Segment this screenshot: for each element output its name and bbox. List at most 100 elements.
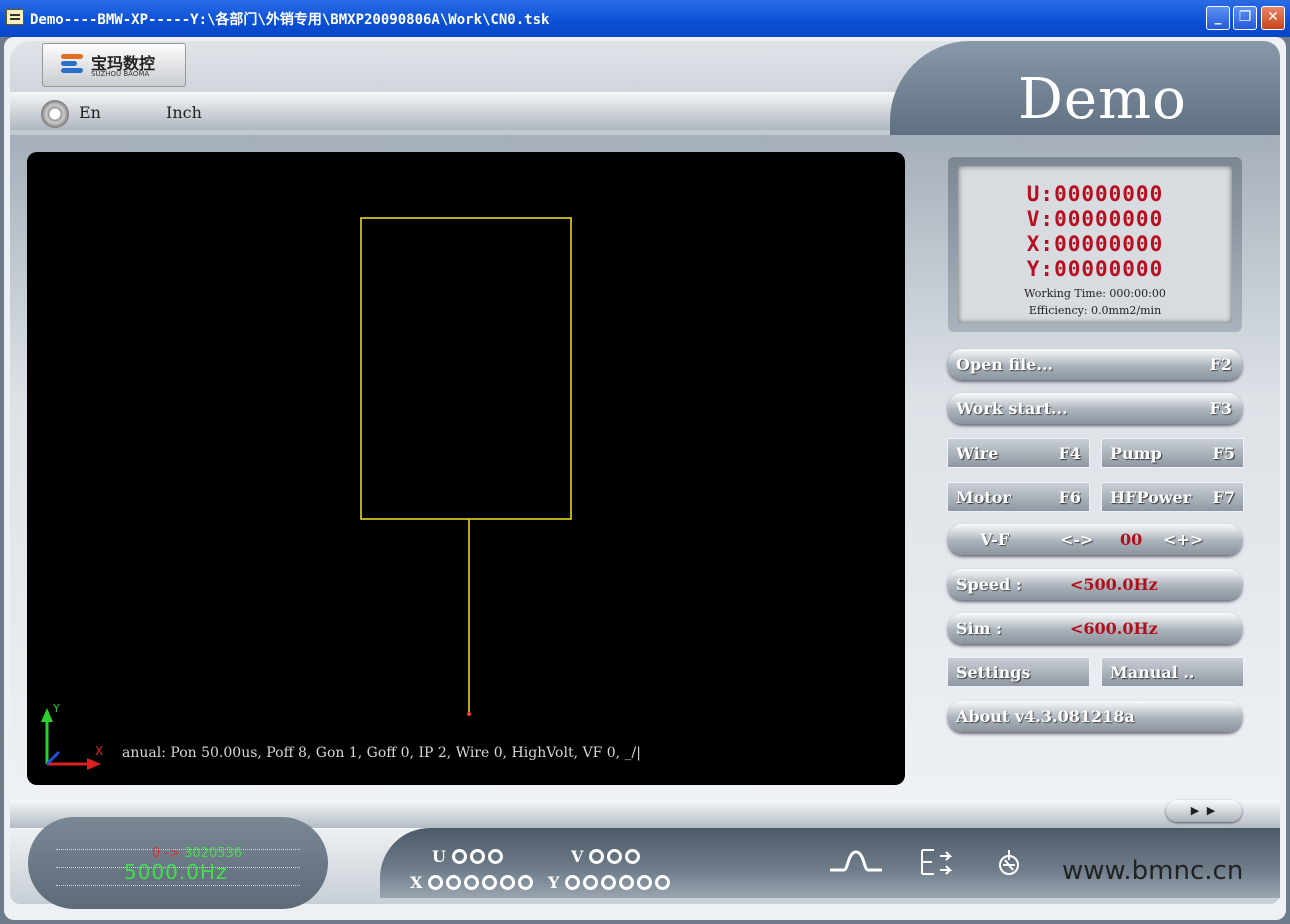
x-indicator-group: X: [410, 873, 536, 892]
machining-status-line: anual: Pon 50.00us, Poff 8, Gon 1, Goff …: [122, 745, 641, 761]
frequency-arrow: 0 ->: [152, 846, 180, 861]
working-time: Working Time: 000:00:00: [1024, 287, 1166, 300]
x-axis-label: X: [410, 873, 423, 892]
y-indicator-led: [601, 875, 616, 890]
sim-button[interactable]: Sim : <600.0Hz: [948, 613, 1242, 644]
x-indicator-led: [428, 875, 443, 890]
logo-subtext: SUZHOU BAOMA: [91, 70, 150, 78]
website-link[interactable]: www.bmnc.cn: [1062, 856, 1243, 886]
close-button[interactable]: ✕: [1261, 6, 1285, 30]
open-file-label: Open file...: [956, 355, 1054, 374]
company-logo: 宝玛数控 SUZHOU BAOMA: [42, 43, 186, 87]
speed-label: Speed :: [956, 575, 1022, 594]
wire-shortcut: F4: [1058, 444, 1082, 463]
settings-label: Settings: [956, 663, 1031, 682]
window-title: Demo----BMW-XP-----Y:\各部门\外销专用\BMXP20090…: [30, 12, 550, 28]
hfpower-label: HFPower: [1110, 488, 1192, 507]
minimize-button[interactable]: _: [1206, 6, 1230, 30]
x-indicator-led: [482, 875, 497, 890]
x-indicator-led: [464, 875, 479, 890]
app-icon[interactable]: [6, 9, 24, 25]
pulse-icon[interactable]: [828, 848, 884, 874]
maximize-button[interactable]: ❐: [1233, 6, 1257, 30]
v-indicator-led: [625, 849, 640, 864]
v-indicator-led: [607, 849, 622, 864]
speed-value: <500.0Hz: [1070, 575, 1158, 594]
y-indicator-led: [583, 875, 598, 890]
v-indicator-led: [589, 849, 604, 864]
x-axis-arrowhead: [87, 758, 101, 770]
pump-icon[interactable]: [996, 848, 1022, 878]
about-label: About v4.3.081218a: [956, 707, 1135, 726]
y-axis-label: Y: [52, 702, 60, 715]
u-indicator-led: [469, 849, 485, 864]
wire-button[interactable]: Wire F4: [947, 438, 1090, 468]
work-start-button[interactable]: Work start... F3: [948, 393, 1242, 424]
u-coordinate: U:00000000: [1026, 182, 1164, 206]
v-coordinate: V:00000000: [1026, 207, 1164, 231]
motor-label: Motor: [956, 488, 1011, 507]
logo-icon: [61, 54, 83, 74]
page-next-button[interactable]: ▶ ▶: [1166, 800, 1242, 822]
divider: [56, 885, 300, 886]
y-coordinate: Y:00000000: [1026, 257, 1164, 281]
vf-decrease-button[interactable]: <->: [1060, 530, 1093, 549]
frequency-progress: 0 -> 3020536: [152, 846, 242, 861]
work-start-shortcut: F3: [1209, 399, 1233, 418]
y-indicator-led: [637, 875, 652, 890]
x-indicator-led: [518, 875, 533, 890]
toolpath-svg: Y X: [41, 217, 572, 770]
wire-position-marker: [467, 712, 471, 716]
vf-increase-button[interactable]: <+>: [1163, 530, 1203, 549]
open-file-shortcut: F2: [1209, 355, 1233, 374]
toolpath-rectangle: [360, 217, 572, 520]
u-indicator-led: [451, 849, 467, 864]
efficiency: Efficiency: 0.0mm2/min: [1028, 304, 1162, 317]
motor-shortcut: F6: [1058, 488, 1082, 507]
open-file-button[interactable]: Open file... F2: [948, 349, 1242, 380]
pump-shortcut: F5: [1212, 444, 1236, 463]
y-axis-arrowhead: [41, 708, 53, 722]
about-button[interactable]: About v4.3.081218a: [948, 701, 1242, 732]
vf-value: 00: [1120, 530, 1143, 549]
x-indicator-led: [446, 875, 461, 890]
motor-button[interactable]: Motor F6: [947, 482, 1090, 512]
hfpower-button[interactable]: HFPower F7: [1101, 482, 1244, 512]
vf-control: V-F <-> 00 <+>: [948, 524, 1242, 555]
language-toggle[interactable]: En: [79, 103, 101, 122]
frequency-readout: 5000.0Hz: [124, 860, 228, 884]
y-indicator-led: [655, 875, 670, 890]
x-indicator-led: [500, 875, 515, 890]
toolpath-canvas[interactable]: Y X anual: Pon 50.00us, Poff 8, Gon 1, G…: [27, 152, 905, 785]
settings-button[interactable]: Settings: [947, 657, 1090, 687]
speed-button[interactable]: Speed : <500.0Hz: [948, 569, 1242, 600]
v-axis-label: V: [571, 847, 584, 866]
unit-toggle[interactable]: Inch: [166, 103, 202, 122]
route-icon[interactable]: [916, 846, 956, 878]
vf-label: V-F: [980, 530, 1010, 549]
header-band: [10, 92, 950, 130]
hfpower-shortcut: F7: [1212, 488, 1236, 507]
work-start-label: Work start...: [956, 399, 1068, 418]
u-indicator-led: [487, 849, 503, 864]
title-bar: Demo----BMW-XP-----Y:\各部门\外销专用\BMXP20090…: [0, 0, 1290, 37]
frequency-target: 3020536: [184, 846, 243, 861]
y-indicator-led: [565, 875, 580, 890]
wire-label: Wire: [956, 444, 999, 463]
manual-label: Manual ..: [1110, 663, 1195, 682]
manual-button[interactable]: Manual ..: [1101, 657, 1244, 687]
coordinate-screen: U:00000000 V:00000000 X:00000000 Y:00000…: [958, 166, 1232, 323]
u-axis-label: U: [432, 847, 446, 866]
y-indicator-led: [619, 875, 634, 890]
sim-value: <600.0Hz: [1070, 619, 1158, 638]
gear-icon[interactable]: [41, 100, 69, 128]
sim-label: Sim :: [956, 619, 1003, 638]
brand-title: Demo: [1018, 67, 1187, 132]
v-indicator-group: V: [571, 847, 643, 866]
z-axis-arrow: [45, 750, 61, 766]
y-indicator-group: Y: [548, 873, 673, 892]
y-axis-label: Y: [548, 873, 560, 892]
u-indicator-group: U: [432, 847, 506, 866]
x-axis-label: X: [95, 744, 103, 758]
pump-button[interactable]: Pump F5: [1101, 438, 1244, 468]
